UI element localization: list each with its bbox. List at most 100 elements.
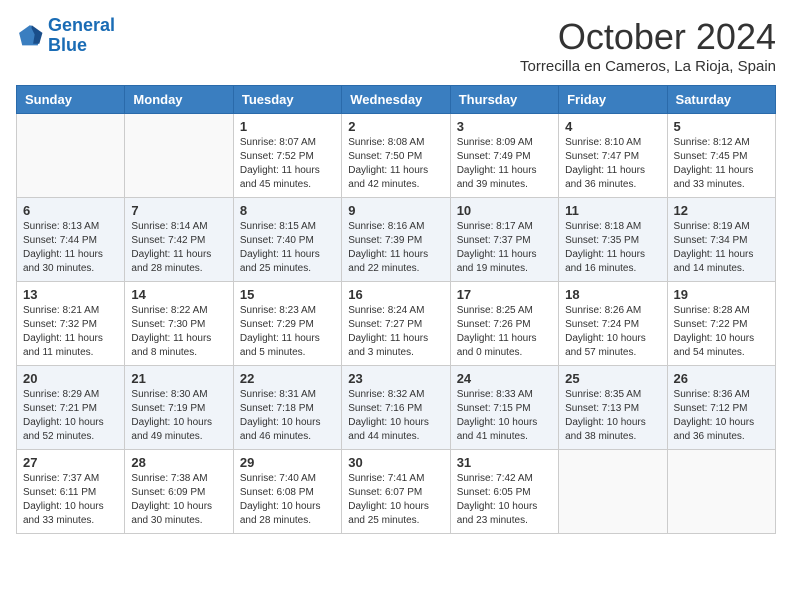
day-info: Sunrise: 8:08 AM Sunset: 7:50 PM Dayligh… [348,136,443,192]
day-number: 8 [240,203,335,218]
day-number: 24 [457,371,552,386]
day-number: 3 [457,119,552,134]
day-number: 14 [131,287,226,302]
logo: General Blue [16,16,115,56]
day-number: 11 [565,203,660,218]
calendar-cell: 15 Sunrise: 8:23 AM Sunset: 7:29 PM Dayli… [233,282,341,366]
calendar-cell: 29Sunrise: 7:40 AM Sunset: 6:08 PM Dayli… [233,450,341,534]
calendar-cell: 23 Sunrise: 8:32 AM Sunset: 7:16 PM Dayli… [342,366,450,450]
day-number: 7 [131,203,226,218]
calendar-cell: 28Sunrise: 7:38 AM Sunset: 6:09 PM Dayli… [125,450,233,534]
day-number: 20 [23,371,118,386]
weekday-header-sunday: Sunday [17,86,125,114]
day-info: Sunrise: 8:09 AM Sunset: 7:49 PM Dayligh… [457,136,552,192]
day-number: 25 [565,371,660,386]
calendar-cell: 11 Sunrise: 8:18 AM Sunset: 7:35 PM Dayli… [559,198,667,282]
day-number: 13 [23,287,118,302]
day-number: 27 [23,455,118,470]
calendar-cell: 3 Sunrise: 8:09 AM Sunset: 7:49 PM Daylig… [450,114,558,198]
calendar-cell: 10 Sunrise: 8:17 AM Sunset: 7:37 PM Dayli… [450,198,558,282]
day-number: 26 [674,371,769,386]
calendar-cell [17,114,125,198]
page-header: General Blue October 2024 Torrecilla en … [16,16,776,75]
calendar-cell: 4 Sunrise: 8:10 AM Sunset: 7:47 PM Daylig… [559,114,667,198]
day-info: Sunrise: 7:38 AM Sunset: 6:09 PM Dayligh… [131,472,226,528]
day-info: Sunrise: 8:19 AM Sunset: 7:34 PM Dayligh… [674,220,769,276]
day-info: Sunrise: 8:10 AM Sunset: 7:47 PM Dayligh… [565,136,660,192]
day-number: 9 [348,203,443,218]
day-info: Sunrise: 8:16 AM Sunset: 7:39 PM Dayligh… [348,220,443,276]
day-info: Sunrise: 8:15 AM Sunset: 7:40 PM Dayligh… [240,220,335,276]
day-number: 15 [240,287,335,302]
calendar-cell: 13Sunrise: 8:21 AM Sunset: 7:32 PM Dayli… [17,282,125,366]
day-number: 31 [457,455,552,470]
day-info: Sunrise: 8:32 AM Sunset: 7:16 PM Dayligh… [348,388,443,444]
calendar-cell: 25 Sunrise: 8:35 AM Sunset: 7:13 PM Dayli… [559,366,667,450]
weekday-header-wednesday: Wednesday [342,86,450,114]
logo-text: General Blue [48,16,115,56]
calendar-week-5: 27 Sunrise: 7:37 AM Sunset: 6:11 PM Dayli… [17,450,776,534]
day-info: Sunrise: 8:36 AM Sunset: 7:12 PM Dayligh… [674,388,769,444]
day-number: 1 [240,119,335,134]
logo-line1: General [48,15,115,35]
location: Torrecilla en Cameros, La Rioja, Spain [520,58,776,75]
weekday-header-thursday: Thursday [450,86,558,114]
day-number: 2 [348,119,443,134]
day-number: 23 [348,371,443,386]
day-number: 22 [240,371,335,386]
day-info: Sunrise: 8:28 AM Sunset: 7:22 PM Dayligh… [674,304,769,360]
calendar-body: 1 Sunrise: 8:07 AM Sunset: 7:52 PM Daylig… [17,114,776,534]
day-number: 10 [457,203,552,218]
calendar-cell: 12 Sunrise: 8:19 AM Sunset: 7:34 PM Dayli… [667,198,775,282]
calendar-week-1: 1 Sunrise: 8:07 AM Sunset: 7:52 PM Daylig… [17,114,776,198]
calendar-cell: 30 Sunrise: 7:41 AM Sunset: 6:07 PM Dayli… [342,450,450,534]
day-info: Sunrise: 8:22 AM Sunset: 7:30 PM Dayligh… [131,304,226,360]
day-info: Sunrise: 8:25 AM Sunset: 7:26 PM Dayligh… [457,304,552,360]
calendar-cell: 16 Sunrise: 8:24 AM Sunset: 7:27 PM Dayli… [342,282,450,366]
day-number: 21 [131,371,226,386]
day-info: Sunrise: 8:12 AM Sunset: 7:45 PM Dayligh… [674,136,769,192]
day-info: Sunrise: 7:40 AM Sunset: 6:08 PM Dayligh… [240,472,335,528]
day-info: Sunrise: 8:07 AM Sunset: 7:52 PM Dayligh… [240,136,335,192]
day-number: 30 [348,455,443,470]
day-info: Sunrise: 8:18 AM Sunset: 7:35 PM Dayligh… [565,220,660,276]
calendar-cell: 6Sunrise: 8:13 AM Sunset: 7:44 PM Daylig… [17,198,125,282]
calendar-cell: 5Sunrise: 8:12 AM Sunset: 7:45 PM Daylig… [667,114,775,198]
weekday-header-saturday: Saturday [667,86,775,114]
logo-icon [16,22,44,50]
weekday-header-row: SundayMondayTuesdayWednesdayThursdayFrid… [17,86,776,114]
calendar-cell: 26 Sunrise: 8:36 AM Sunset: 7:12 PM Dayli… [667,366,775,450]
day-info: Sunrise: 8:13 AM Sunset: 7:44 PM Dayligh… [23,220,118,276]
month-title: October 2024 [520,16,776,58]
calendar-cell: 7 Sunrise: 8:14 AM Sunset: 7:42 PM Daylig… [125,198,233,282]
calendar-cell: 18Sunrise: 8:26 AM Sunset: 7:24 PM Dayli… [559,282,667,366]
calendar-week-2: 6Sunrise: 8:13 AM Sunset: 7:44 PM Daylig… [17,198,776,282]
calendar-cell: 20Sunrise: 8:29 AM Sunset: 7:21 PM Dayli… [17,366,125,450]
calendar-cell: 31Sunrise: 7:42 AM Sunset: 6:05 PM Dayli… [450,450,558,534]
day-info: Sunrise: 8:31 AM Sunset: 7:18 PM Dayligh… [240,388,335,444]
day-number: 12 [674,203,769,218]
day-info: Sunrise: 8:23 AM Sunset: 7:29 PM Dayligh… [240,304,335,360]
calendar-cell: 8 Sunrise: 8:15 AM Sunset: 7:40 PM Daylig… [233,198,341,282]
calendar-cell [667,450,775,534]
day-number: 4 [565,119,660,134]
day-info: Sunrise: 7:37 AM Sunset: 6:11 PM Dayligh… [23,472,118,528]
calendar-cell: 21 Sunrise: 8:30 AM Sunset: 7:19 PM Dayli… [125,366,233,450]
day-number: 19 [674,287,769,302]
calendar-week-3: 13Sunrise: 8:21 AM Sunset: 7:32 PM Dayli… [17,282,776,366]
day-info: Sunrise: 8:17 AM Sunset: 7:37 PM Dayligh… [457,220,552,276]
day-info: Sunrise: 8:24 AM Sunset: 7:27 PM Dayligh… [348,304,443,360]
weekday-header-friday: Friday [559,86,667,114]
day-info: Sunrise: 8:30 AM Sunset: 7:19 PM Dayligh… [131,388,226,444]
calendar-cell: 1 Sunrise: 8:07 AM Sunset: 7:52 PM Daylig… [233,114,341,198]
day-info: Sunrise: 8:14 AM Sunset: 7:42 PM Dayligh… [131,220,226,276]
calendar-cell: 24Sunrise: 8:33 AM Sunset: 7:15 PM Dayli… [450,366,558,450]
calendar-cell: 27 Sunrise: 7:37 AM Sunset: 6:11 PM Dayli… [17,450,125,534]
weekday-header-monday: Monday [125,86,233,114]
calendar-cell: 14 Sunrise: 8:22 AM Sunset: 7:30 PM Dayli… [125,282,233,366]
calendar-cell: 17Sunrise: 8:25 AM Sunset: 7:26 PM Dayli… [450,282,558,366]
day-info: Sunrise: 8:35 AM Sunset: 7:13 PM Dayligh… [565,388,660,444]
day-info: Sunrise: 7:41 AM Sunset: 6:07 PM Dayligh… [348,472,443,528]
calendar-cell: 9 Sunrise: 8:16 AM Sunset: 7:39 PM Daylig… [342,198,450,282]
day-number: 16 [348,287,443,302]
